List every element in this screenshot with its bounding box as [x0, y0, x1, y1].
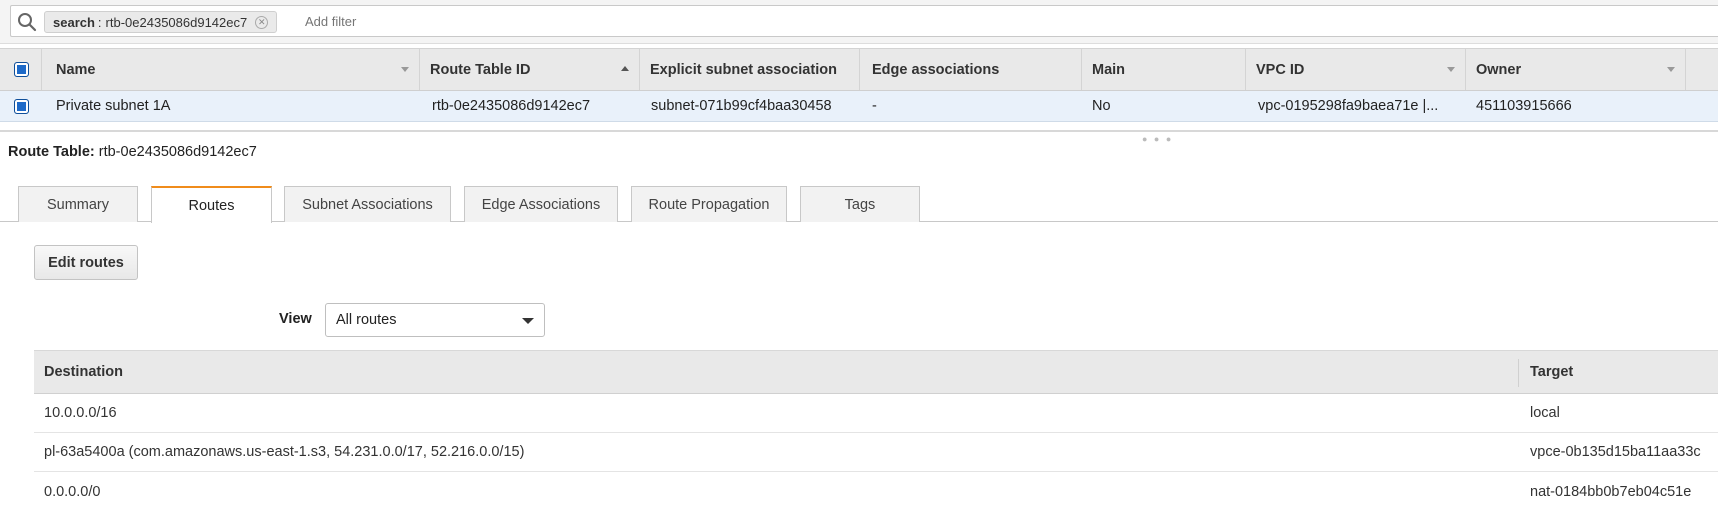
- chevron-down-icon: [522, 318, 534, 324]
- detail-title-label: Route Table:: [8, 144, 95, 160]
- remove-filter-icon[interactable]: ✕: [255, 15, 269, 29]
- sort-down-icon: [1447, 67, 1455, 72]
- column-header-label: Explicit subnet association: [650, 61, 837, 78]
- column-header-destination[interactable]: Destination: [34, 351, 1514, 393]
- tab-route-propagation[interactable]: Route Propagation: [631, 186, 787, 222]
- filter-box[interactable]: search : rtb-0e2435086d9142ec7 ✕: [10, 5, 1718, 37]
- column-header-main[interactable]: Main: [1082, 49, 1246, 90]
- view-select[interactable]: All routes: [325, 303, 545, 337]
- table-row: 10.0.0.0/16 local: [34, 394, 1718, 433]
- route-target-link[interactable]: vpce-0b135d15ba11aa33c: [1520, 433, 1718, 471]
- add-filter-input[interactable]: [305, 14, 705, 29]
- table-row: pl-63a5400a (com.amazonaws.us-east-1.s3,…: [34, 433, 1718, 472]
- filter-bar: search : rtb-0e2435086d9142ec7 ✕: [0, 0, 1718, 44]
- tab-summary[interactable]: Summary: [18, 186, 138, 222]
- column-header-label: Name: [56, 61, 96, 78]
- filter-token-separator: :: [97, 14, 102, 30]
- row-checkbox[interactable]: [14, 98, 29, 114]
- tab-edge-associations[interactable]: Edge Associations: [464, 186, 618, 222]
- grid-header: Name Route Table ID Explicit subnet asso…: [0, 48, 1718, 91]
- sort-down-icon: [401, 67, 409, 72]
- column-header-label: Main: [1092, 61, 1126, 78]
- tab-tags[interactable]: Tags: [800, 186, 920, 222]
- route-destination: pl-63a5400a (com.amazonaws.us-east-1.s3,…: [44, 444, 525, 460]
- sort-up-icon: [621, 66, 629, 71]
- column-header-explicit-subnet[interactable]: Explicit subnet association: [640, 49, 860, 90]
- filter-token-key: search: [53, 14, 95, 30]
- select-all-checkbox[interactable]: [14, 62, 29, 77]
- table-row: 0.0.0.0/0 nat-0184bb0b7eb04c51e: [34, 472, 1718, 511]
- route-target-link[interactable]: nat-0184bb0b7eb04c51e: [1520, 472, 1718, 511]
- view-select-value: All routes: [336, 312, 397, 328]
- column-header-label: Route Table ID: [430, 61, 531, 78]
- column-header-route-table-id[interactable]: Route Table ID: [420, 49, 640, 90]
- row-owner: 451103915666: [1476, 98, 1572, 114]
- row-name: Private subnet 1A: [56, 98, 171, 114]
- routes-table-header: Destination Target: [34, 350, 1718, 394]
- row-edge-associations: -: [872, 98, 877, 114]
- search-icon: [18, 13, 37, 32]
- resize-grip-icon[interactable]: ● ● ●: [1142, 134, 1173, 144]
- filter-token[interactable]: search : rtb-0e2435086d9142ec7 ✕: [44, 11, 278, 33]
- view-label: View: [279, 311, 312, 327]
- filter-token-value: rtb-0e2435086d9142ec7: [105, 14, 248, 30]
- column-header-edge-associations[interactable]: Edge associations: [862, 49, 1082, 90]
- row-main: No: [1092, 98, 1111, 114]
- column-header-owner[interactable]: Owner: [1466, 49, 1686, 90]
- route-destination: 10.0.0.0/16: [44, 405, 117, 421]
- detail-title-value: rtb-0e2435086d9142ec7: [98, 144, 257, 160]
- tab-routes[interactable]: Routes: [151, 186, 272, 223]
- route-target: local: [1530, 405, 1560, 421]
- panel-splitter[interactable]: [0, 130, 1718, 132]
- column-header-label: Owner: [1476, 61, 1522, 78]
- column-divider: [1518, 359, 1519, 387]
- row-route-table-id: rtb-0e2435086d9142ec7: [432, 98, 591, 114]
- detail-title: Route Table: rtb-0e2435086d9142ec7: [8, 144, 257, 160]
- column-header-label: Edge associations: [872, 61, 1000, 78]
- route-destination: 0.0.0.0/0: [44, 483, 101, 500]
- select-all-cell: [0, 49, 42, 90]
- table-row[interactable]: Private subnet 1A rtb-0e2435086d9142ec7 …: [0, 91, 1718, 122]
- column-header-name[interactable]: Name: [46, 49, 420, 90]
- row-select-cell: [0, 91, 42, 121]
- column-header-label: VPC ID: [1256, 61, 1305, 78]
- row-explicit-subnet: subnet-071b99cf4baa30458: [651, 98, 832, 114]
- column-header-target[interactable]: Target: [1520, 351, 1718, 393]
- row-vpc-id-link[interactable]: vpc-0195298fa9baea71e |...: [1248, 91, 1464, 121]
- sort-down-icon: [1667, 67, 1675, 72]
- edit-routes-button[interactable]: Edit routes: [34, 245, 138, 280]
- tab-subnet-associations[interactable]: Subnet Associations: [284, 186, 451, 222]
- column-header-vpc-id[interactable]: VPC ID: [1246, 49, 1466, 90]
